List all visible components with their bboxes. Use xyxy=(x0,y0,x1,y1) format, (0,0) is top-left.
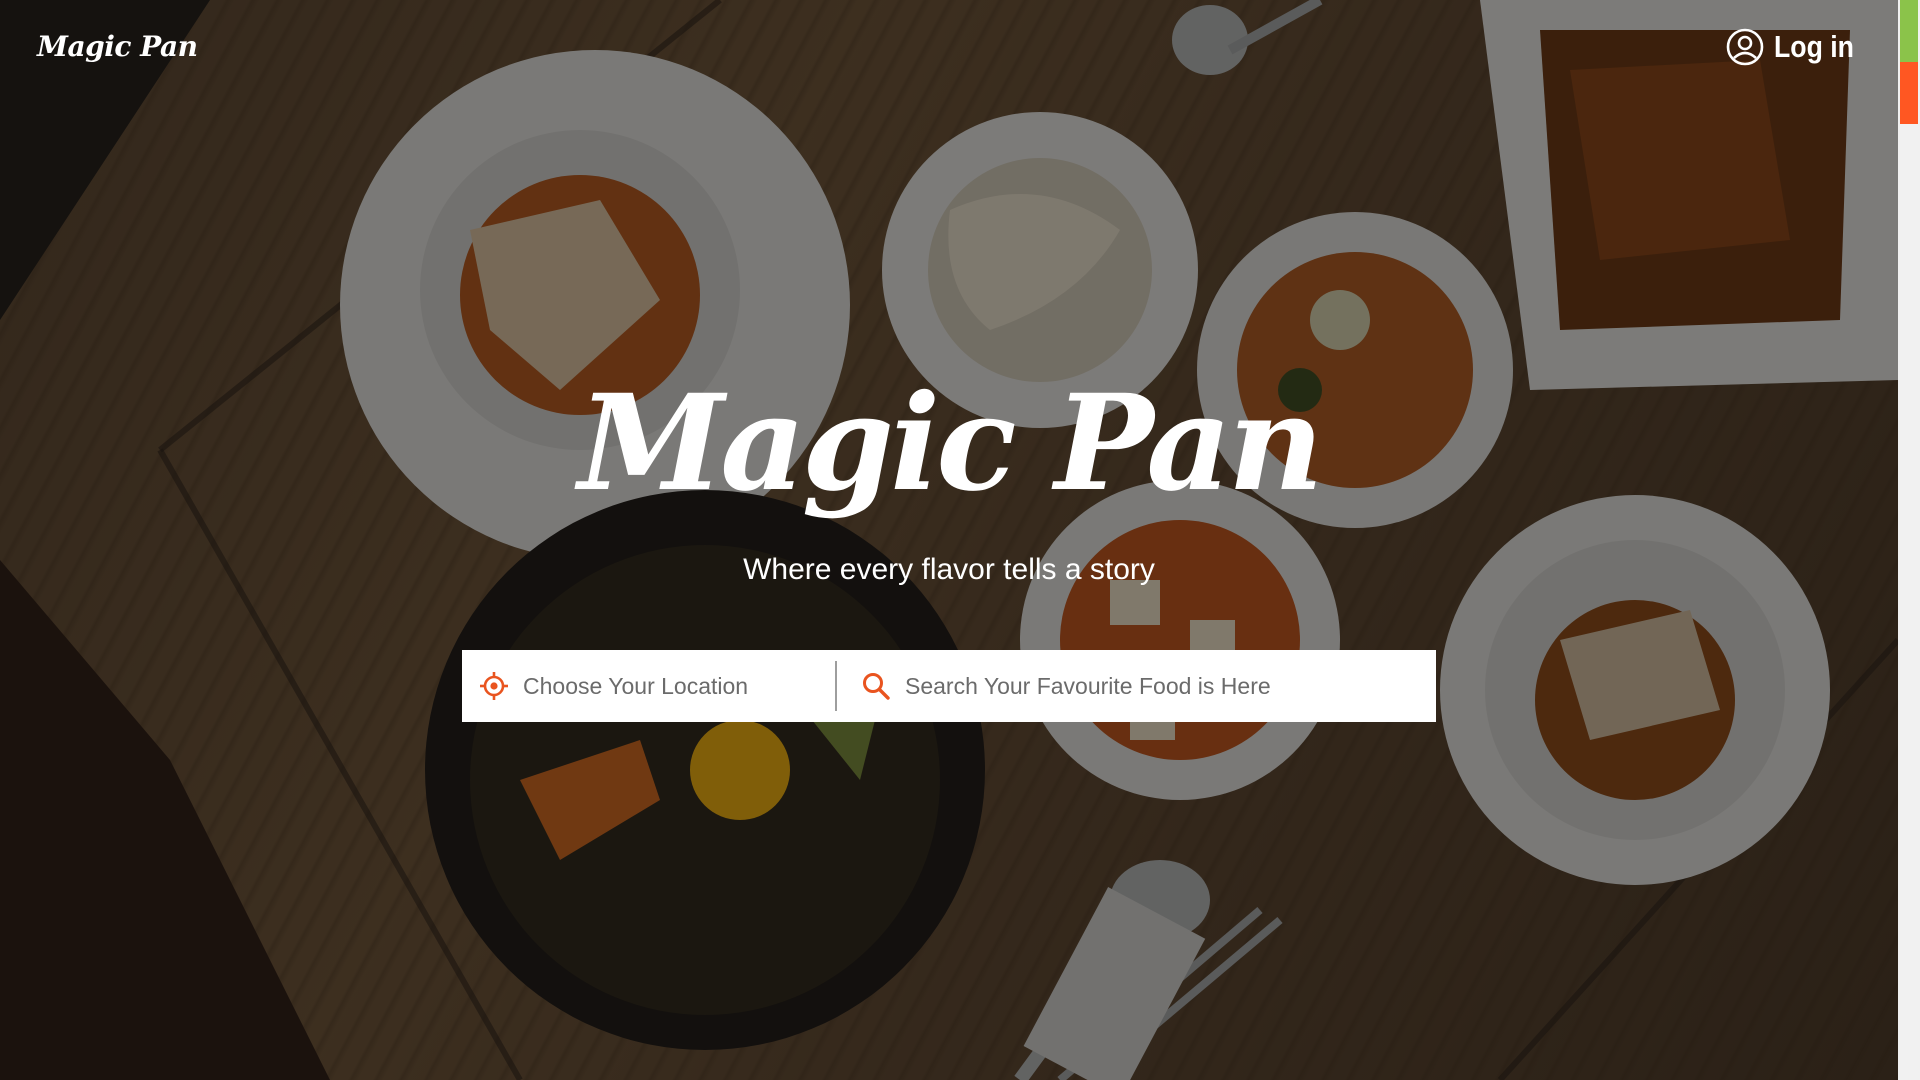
crosshair-location-icon xyxy=(479,671,509,701)
login-button[interactable]: Log in xyxy=(1726,28,1867,66)
page-scrollbar[interactable] xyxy=(1898,0,1920,1080)
food-search-field[interactable] xyxy=(837,650,1436,722)
search-icon xyxy=(861,671,891,701)
location-field[interactable] xyxy=(462,650,835,722)
food-search-input[interactable] xyxy=(905,672,1405,700)
page: Magic Pan Log in Magic Pan Where every f… xyxy=(0,0,1920,1080)
dark-overlay xyxy=(0,0,1898,1080)
scrollbar-thumb[interactable] xyxy=(1900,0,1918,124)
brand-logo[interactable]: Magic Pan xyxy=(37,30,198,63)
search-bar xyxy=(462,650,1436,722)
user-circle-icon xyxy=(1726,28,1764,66)
location-input[interactable] xyxy=(523,672,823,700)
hero-title: Magic Pan xyxy=(578,366,1324,521)
login-label: Log in xyxy=(1774,29,1854,64)
hero-tagline: Where every flavor tells a story xyxy=(743,553,1155,586)
